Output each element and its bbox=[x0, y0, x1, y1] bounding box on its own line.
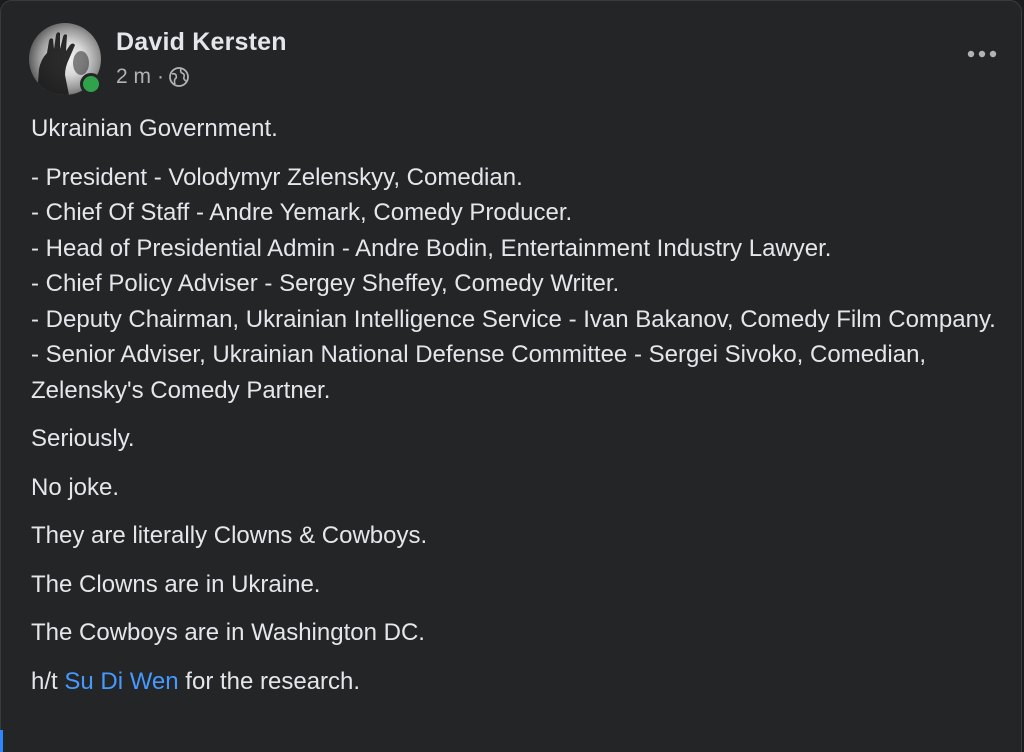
post-heading: Ukrainian Government. bbox=[31, 115, 278, 142]
post-meta: 2 m · bbox=[116, 65, 190, 89]
credit-line: h/t Su Di Wen for the research. bbox=[31, 664, 1006, 700]
post-card: David Kersten 2 m · Ukrainian Government… bbox=[0, 0, 1022, 752]
mention-link[interactable]: Su Di Wen bbox=[64, 668, 178, 695]
post-header: David Kersten 2 m · bbox=[29, 23, 999, 95]
paragraph: The Clowns are in Ukraine. bbox=[31, 570, 321, 598]
role-line: - President - Volodymyr Zelenskyy, Comed… bbox=[31, 163, 523, 191]
more-horizontal-icon bbox=[967, 50, 997, 58]
role-line: - Senior Adviser, Ukrainian National Def… bbox=[31, 341, 927, 404]
meta-separator: · bbox=[157, 65, 165, 88]
avatar[interactable] bbox=[29, 23, 102, 95]
paragraph: The Cowboys are in Washington DC. bbox=[31, 619, 425, 646]
paragraph: No joke. bbox=[31, 473, 120, 501]
role-line: - Chief Of Staff - Andre Yemark, Comedy … bbox=[31, 199, 573, 226]
more-options-button[interactable] bbox=[965, 39, 999, 69]
post-body: Ukrainian Government. - President - Volo… bbox=[31, 111, 1006, 712]
online-status-dot bbox=[80, 73, 102, 95]
paragraph: Seriously. bbox=[31, 425, 135, 452]
roles-list: - President - Volodymyr Zelenskyy, Comed… bbox=[31, 160, 1006, 409]
role-line: - Chief Policy Adviser - Sergey Sheffey,… bbox=[31, 270, 620, 297]
post-timestamp[interactable]: 2 m bbox=[116, 65, 151, 89]
credit-suffix: for the research. bbox=[178, 667, 361, 695]
credit-prefix: h/t bbox=[31, 667, 65, 695]
scroll-indicator bbox=[0, 730, 3, 752]
paragraph: They are literally Clowns & Cowboys. bbox=[31, 522, 428, 549]
globe-icon[interactable] bbox=[168, 66, 190, 88]
role-line: - Deputy Chairman, Ukrainian Intelligenc… bbox=[31, 305, 996, 333]
author-name[interactable]: David Kersten bbox=[116, 28, 287, 57]
role-line: - Head of Presidential Admin - Andre Bod… bbox=[31, 234, 832, 262]
